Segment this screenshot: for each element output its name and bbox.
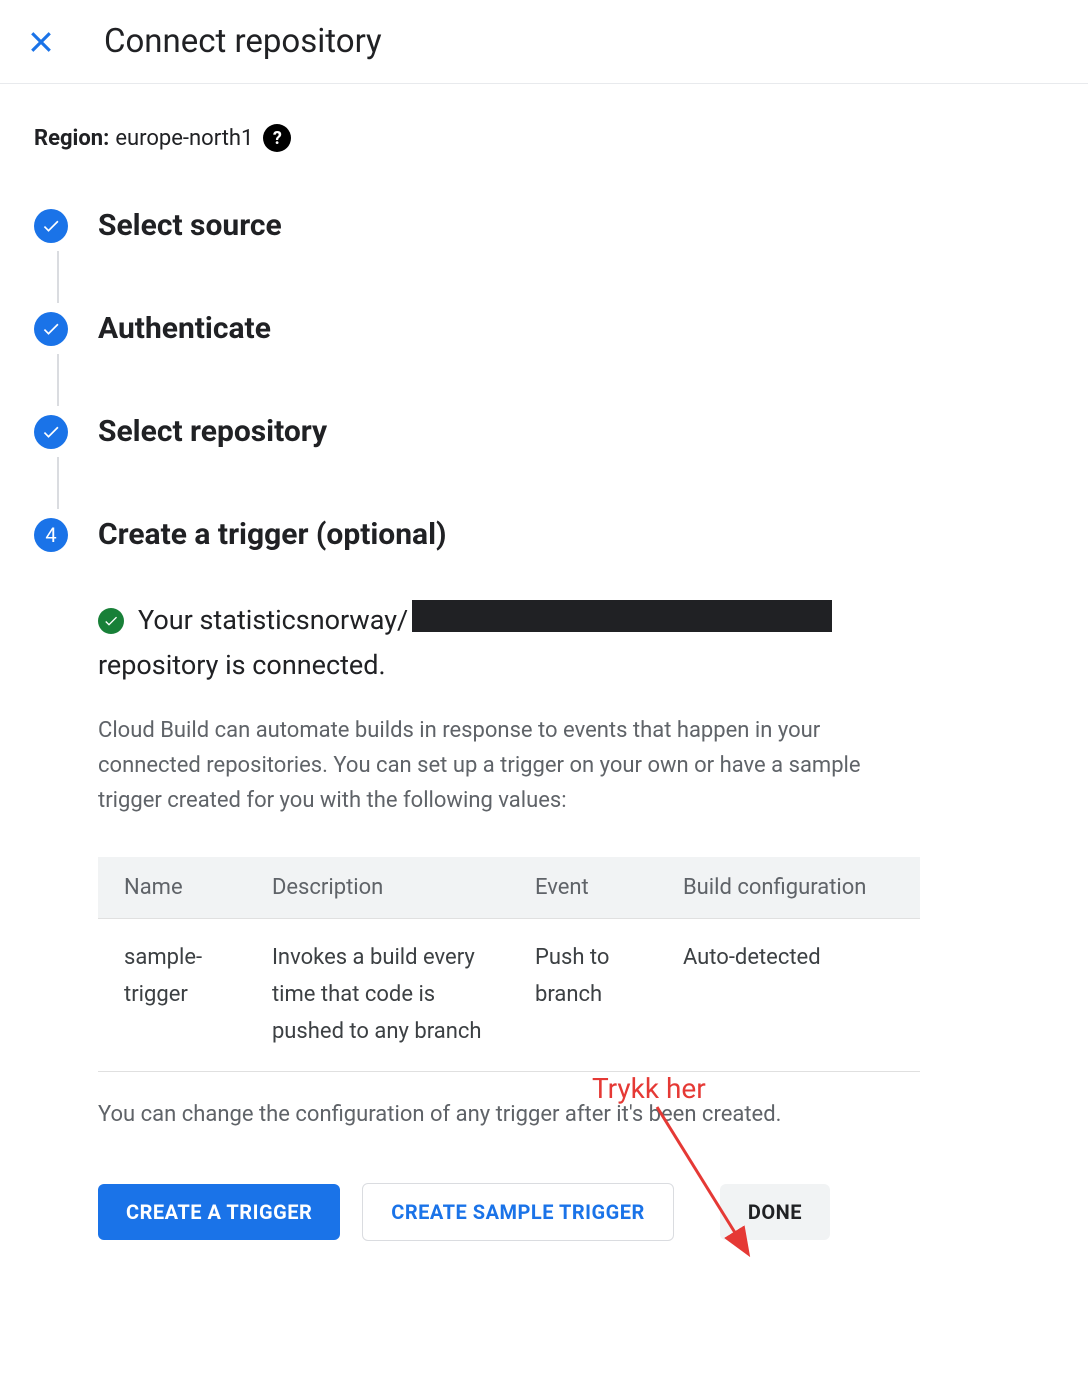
stepper: Select source Authenticate Select reposi… xyxy=(34,208,1054,1241)
help-icon[interactable]: ? xyxy=(263,124,291,152)
table-header-row: Name Description Event Build configurati… xyxy=(98,857,920,919)
create-sample-trigger-button[interactable]: CREATE SAMPLE TRIGGER xyxy=(362,1183,674,1241)
status-line: Your statisticsnorway/ xyxy=(98,600,920,641)
th-description: Description xyxy=(246,857,509,919)
check-icon xyxy=(34,209,68,243)
close-icon[interactable] xyxy=(26,27,56,57)
status-text-prefix: Your statisticsnorway/ xyxy=(138,600,408,641)
create-trigger-button[interactable]: CREATE A TRIGGER xyxy=(98,1184,340,1240)
step-authenticate[interactable]: Authenticate xyxy=(34,311,1054,346)
step-connector xyxy=(57,354,59,406)
region-row: Region: europe-north1 ? xyxy=(34,124,1054,152)
cell-name: sample-trigger xyxy=(98,918,246,1071)
redacted-text xyxy=(412,600,832,632)
check-icon xyxy=(34,312,68,346)
button-row: CREATE A TRIGGER CREATE SAMPLE TRIGGER D… xyxy=(98,1183,920,1241)
region-label: Region: xyxy=(34,126,109,151)
region-value: europe-north1 xyxy=(115,126,253,151)
step-connector xyxy=(57,457,59,509)
done-button[interactable]: DONE xyxy=(720,1184,830,1240)
step-title: Select source xyxy=(98,208,282,243)
cell-description: Invokes a build every time that code is … xyxy=(246,918,509,1071)
description-text: Cloud Build can automate builds in respo… xyxy=(98,713,920,819)
check-icon xyxy=(34,415,68,449)
step-number-icon: 4 xyxy=(34,518,68,552)
page-header: Connect repository xyxy=(0,0,1088,84)
step-title: Authenticate xyxy=(98,311,271,346)
step-body: Your statisticsnorway/ repository is con… xyxy=(34,552,920,1241)
step-connector xyxy=(57,251,59,303)
annotation: Trykk her xyxy=(592,1072,706,1105)
th-name: Name xyxy=(98,857,246,919)
th-event: Event xyxy=(509,857,657,919)
trigger-table: Name Description Event Build configurati… xyxy=(98,857,920,1072)
step-select-source[interactable]: Select source xyxy=(34,208,1054,243)
step-title: Select repository xyxy=(98,414,327,449)
step-create-trigger[interactable]: 4 Create a trigger (optional) xyxy=(34,517,1054,552)
th-build: Build configuration xyxy=(657,857,920,919)
step-select-repository[interactable]: Select repository xyxy=(34,414,1054,449)
cell-build: Auto-detected xyxy=(657,918,920,1071)
step-title: Create a trigger (optional) xyxy=(98,517,447,552)
status-text-suffix: repository is connected. xyxy=(98,645,920,686)
table-row: sample-trigger Invokes a build every tim… xyxy=(98,918,920,1071)
page-title: Connect repository xyxy=(104,22,382,61)
content: Region: europe-north1 ? Select source Au… xyxy=(0,84,1088,1281)
footer-note: You can change the configuration of any … xyxy=(98,1102,920,1127)
success-icon xyxy=(98,608,124,634)
annotation-text: Trykk her xyxy=(592,1072,706,1105)
cell-event: Push to branch xyxy=(509,918,657,1071)
